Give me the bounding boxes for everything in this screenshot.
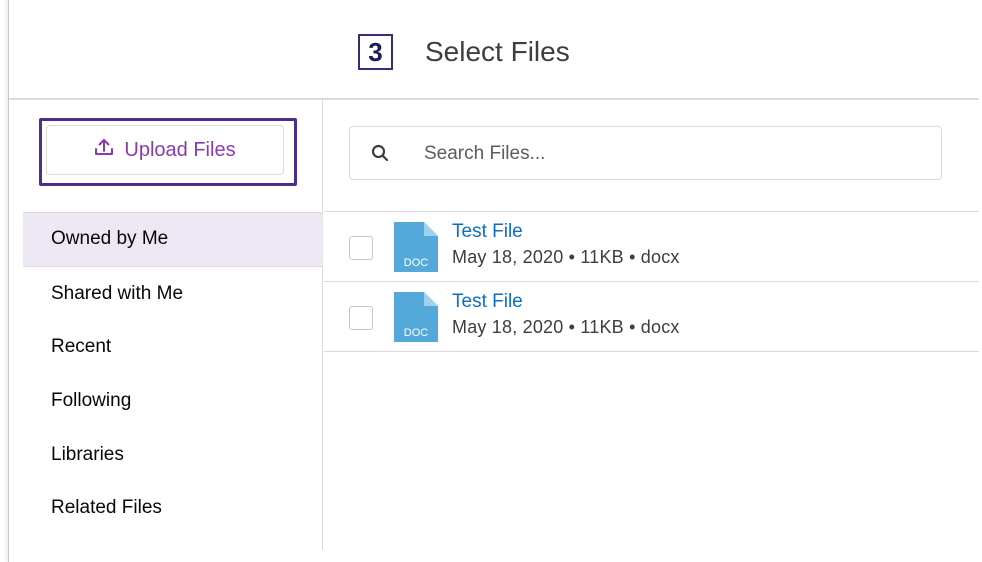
file-selector-panel: 3 Select Files Upload Files Owned by Me … [8, 0, 982, 562]
file-name-link[interactable]: Test File [452, 221, 523, 243]
sidebar-item-label: Following [51, 389, 132, 411]
upload-icon [94, 137, 114, 163]
page-title: Select Files [425, 36, 570, 67]
header: 3 Select Files [9, 0, 979, 100]
file-checkbox[interactable] [349, 236, 373, 260]
sidebar-item-recent[interactable]: Recent [23, 320, 323, 374]
doc-file-icon: DOC [394, 222, 438, 272]
doc-icon-label: DOC [404, 327, 429, 339]
sidebar-item-label: Related Files [51, 497, 162, 519]
step-badge: 3 [358, 34, 393, 70]
sidebar-item-following[interactable]: Following [23, 374, 323, 428]
file-name-link[interactable]: Test File [452, 291, 523, 313]
file-row[interactable]: DOC Test File May 18, 2020 • 11KB • docx [324, 212, 979, 282]
sidebar-nav: Owned by Me Shared with Me Recent Follow… [23, 212, 323, 535]
file-meta: May 18, 2020 • 11KB • docx [452, 247, 680, 267]
sidebar-item-label: Recent [51, 336, 112, 358]
search-box [349, 126, 942, 180]
file-checkbox[interactable] [349, 306, 373, 330]
file-row[interactable]: DOC Test File May 18, 2020 • 11KB • docx [324, 282, 979, 352]
sidebar-item-label: Shared with Me [51, 282, 184, 304]
sidebar: Upload Files Owned by Me Shared with Me … [23, 100, 323, 550]
file-list: DOC Test File May 18, 2020 • 11KB • docx… [324, 211, 979, 352]
main-content: DOC Test File May 18, 2020 • 11KB • docx… [324, 100, 979, 550]
upload-files-button[interactable]: Upload Files [46, 125, 284, 175]
sidebar-item-related-files[interactable]: Related Files [23, 481, 323, 535]
search-icon [370, 143, 390, 163]
doc-icon-label: DOC [404, 257, 429, 269]
doc-file-icon: DOC [394, 292, 438, 342]
file-meta: May 18, 2020 • 11KB • docx [452, 317, 680, 337]
upload-files-label: Upload Files [124, 138, 236, 161]
sidebar-item-shared-with-me[interactable]: Shared with Me [23, 267, 323, 321]
sidebar-item-owned-by-me[interactable]: Owned by Me [23, 213, 323, 267]
sidebar-item-libraries[interactable]: Libraries [23, 428, 323, 482]
sidebar-item-label: Libraries [51, 443, 124, 465]
sidebar-item-label: Owned by Me [51, 228, 169, 250]
search-input[interactable] [424, 137, 924, 171]
